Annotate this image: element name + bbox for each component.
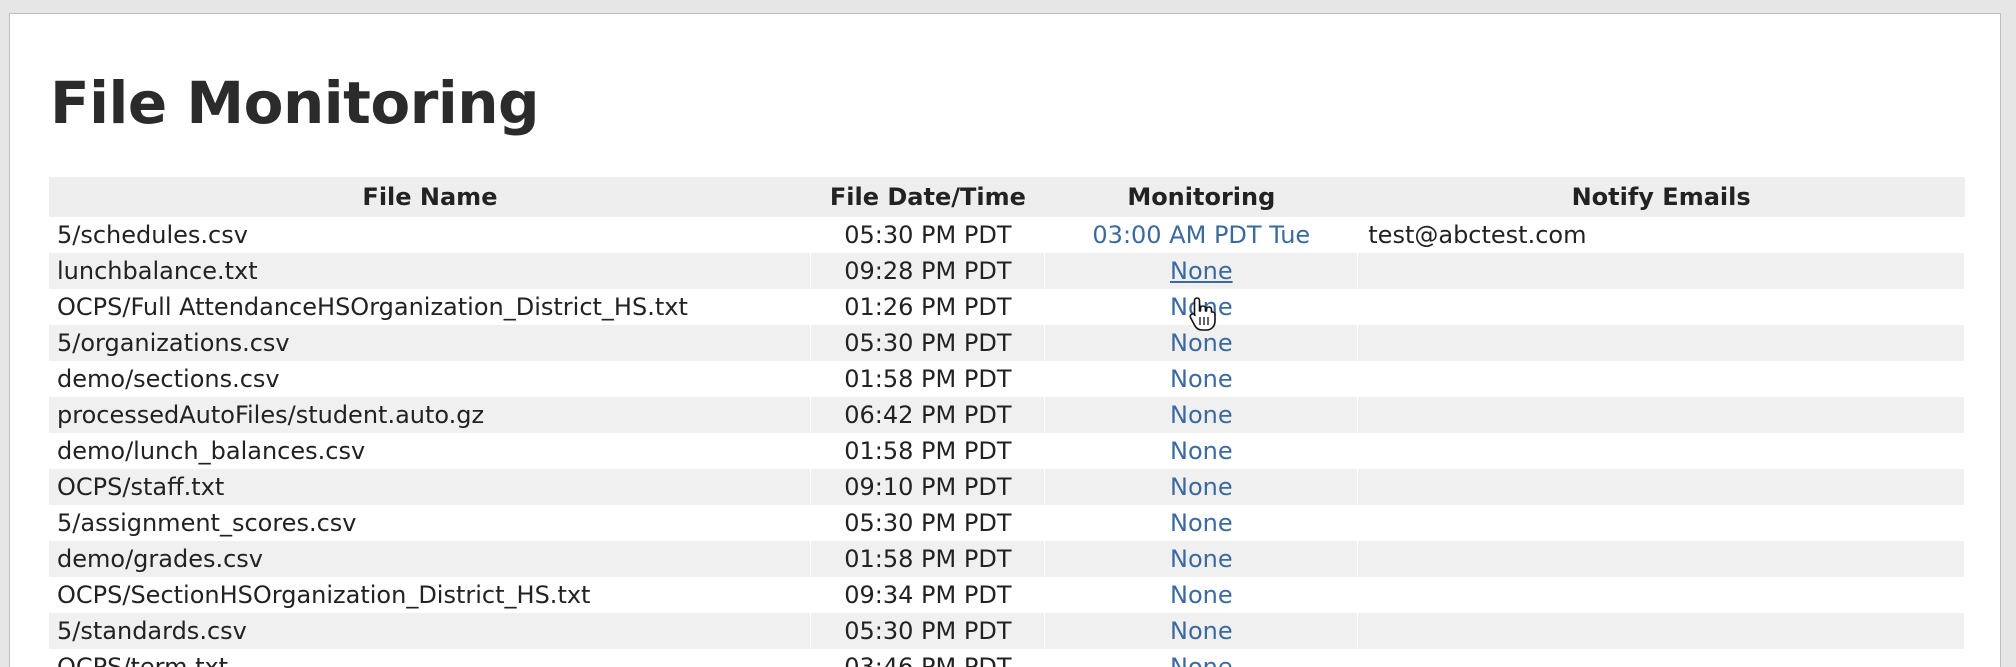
- notify-email-cell: [1357, 253, 1965, 289]
- file-name-cell: OCPS/Full AttendanceHSOrganization_Distr…: [49, 289, 812, 325]
- header-notify-emails: Notify Emails: [1357, 177, 1965, 217]
- table-row: OCPS/staff.txt 09:10 PM PDT None: [49, 469, 1965, 505]
- file-datetime-cell: 09:10 PM PDT: [810, 469, 1046, 505]
- notify-email-cell: test@abctest.com: [1357, 217, 1965, 253]
- monitoring-cell: None: [1044, 541, 1359, 577]
- table-row: lunchbalance.txt 09:28 PM PDT None: [49, 253, 1965, 289]
- monitoring-cell: None: [1044, 613, 1359, 649]
- file-name-cell: 5/standards.csv: [49, 613, 812, 649]
- file-datetime-cell: 05:30 PM PDT: [810, 505, 1046, 541]
- file-name-cell: demo/sections.csv: [49, 361, 812, 397]
- monitoring-link[interactable]: None: [1170, 545, 1233, 573]
- monitoring-cell: None: [1044, 397, 1359, 433]
- table-row: 5/schedules.csv 05:30 PM PDT 03:00 AM PDT …: [49, 217, 1965, 253]
- monitoring-link[interactable]: None: [1170, 653, 1233, 667]
- notify-email-cell: [1357, 541, 1965, 577]
- notify-email-cell: [1357, 505, 1965, 541]
- file-datetime-cell: 09:34 PM PDT: [810, 577, 1046, 613]
- file-datetime-cell: 05:30 PM PDT: [810, 217, 1046, 253]
- table-row: 5/assignment_scores.csv 05:30 PM PDT None: [49, 505, 1965, 541]
- header-file-datetime: File Date/Time: [810, 177, 1045, 217]
- file-datetime-cell: 01:26 PM PDT: [810, 289, 1046, 325]
- file-name-cell: processedAutoFiles/student.auto.gz: [49, 397, 812, 433]
- file-monitoring-table: File Name File Date/Time Monitoring Noti…: [49, 177, 1965, 667]
- monitoring-cell: 03:00 AM PDT Tue: [1044, 217, 1359, 253]
- table-row: OCPS/Full AttendanceHSOrganization_Distr…: [49, 289, 1965, 325]
- monitoring-link[interactable]: None: [1170, 509, 1233, 537]
- file-name-cell: demo/lunch_balances.csv: [49, 433, 812, 469]
- monitoring-cell: None: [1044, 649, 1359, 667]
- monitoring-link[interactable]: None: [1170, 365, 1233, 393]
- file-name-cell: 5/schedules.csv: [49, 217, 812, 253]
- monitoring-cell: None: [1044, 469, 1359, 505]
- monitoring-link[interactable]: None: [1170, 617, 1233, 645]
- monitoring-cell: None: [1044, 253, 1359, 289]
- monitoring-cell: None: [1044, 433, 1359, 469]
- monitoring-link[interactable]: None: [1170, 257, 1233, 285]
- content-panel: File Monitoring File Name File Date/Time…: [9, 13, 2001, 667]
- file-datetime-cell: 01:58 PM PDT: [810, 433, 1046, 469]
- monitoring-cell: None: [1044, 505, 1359, 541]
- monitoring-link[interactable]: None: [1170, 437, 1233, 465]
- notify-email-cell: [1357, 469, 1965, 505]
- file-name-cell: 5/organizations.csv: [49, 325, 812, 361]
- monitoring-link[interactable]: None: [1170, 581, 1233, 609]
- table-row: demo/grades.csv 01:58 PM PDT None: [49, 541, 1965, 577]
- table-header-row: File Name File Date/Time Monitoring Noti…: [49, 177, 1965, 217]
- file-name-cell: 5/assignment_scores.csv: [49, 505, 812, 541]
- file-datetime-cell: 09:28 PM PDT: [810, 253, 1046, 289]
- notify-email-cell: [1357, 649, 1965, 667]
- table-row: processedAutoFiles/student.auto.gz 06:42 …: [49, 397, 1965, 433]
- file-datetime-cell: 05:30 PM PDT: [810, 613, 1046, 649]
- hand-pointer-icon: [1189, 297, 1216, 331]
- file-name-cell: lunchbalance.txt: [49, 253, 812, 289]
- notify-email-cell: [1357, 397, 1965, 433]
- monitoring-link[interactable]: None: [1170, 473, 1233, 501]
- header-file-name: File Name: [49, 177, 811, 217]
- file-datetime-cell: 03:46 PM PDT: [810, 649, 1046, 667]
- table-body: 5/schedules.csv 05:30 PM PDT 03:00 AM PDT …: [49, 217, 1965, 667]
- file-datetime-cell: 01:58 PM PDT: [810, 541, 1046, 577]
- table-row: 5/organizations.csv 05:30 PM PDT None: [49, 325, 1965, 361]
- table-row: 5/standards.csv 05:30 PM PDT None: [49, 613, 1965, 649]
- file-name-cell: OCPS/staff.txt: [49, 469, 812, 505]
- notify-email-cell: [1357, 433, 1965, 469]
- notify-email-cell: [1357, 613, 1965, 649]
- monitoring-link[interactable]: 03:00 AM PDT Tue: [1092, 221, 1310, 249]
- notify-email-cell: [1357, 577, 1965, 613]
- header-monitoring: Monitoring: [1044, 177, 1358, 217]
- monitoring-link[interactable]: None: [1170, 401, 1233, 429]
- notify-email-cell: [1357, 289, 1965, 325]
- notify-email-cell: [1357, 325, 1965, 361]
- monitoring-cell: None: [1044, 361, 1359, 397]
- table-row: demo/sections.csv 01:58 PM PDT None: [49, 361, 1965, 397]
- file-name-cell: OCPS/SectionHSOrganization_District_HS.t…: [49, 577, 812, 613]
- page-title: File Monitoring: [50, 69, 540, 137]
- file-datetime-cell: 05:30 PM PDT: [810, 325, 1046, 361]
- table-row: demo/lunch_balances.csv 01:58 PM PDT None: [49, 433, 1965, 469]
- file-name-cell: demo/grades.csv: [49, 541, 812, 577]
- file-datetime-cell: 06:42 PM PDT: [810, 397, 1046, 433]
- file-datetime-cell: 01:58 PM PDT: [810, 361, 1046, 397]
- file-name-cell: OCPS/term.txt: [49, 649, 812, 667]
- table-row: OCPS/term.txt 03:46 PM PDT None: [49, 649, 1965, 667]
- notify-email-cell: [1357, 361, 1965, 397]
- monitoring-link[interactable]: None: [1170, 329, 1233, 357]
- table-row: OCPS/SectionHSOrganization_District_HS.t…: [49, 577, 1965, 613]
- monitoring-cell: None: [1044, 577, 1359, 613]
